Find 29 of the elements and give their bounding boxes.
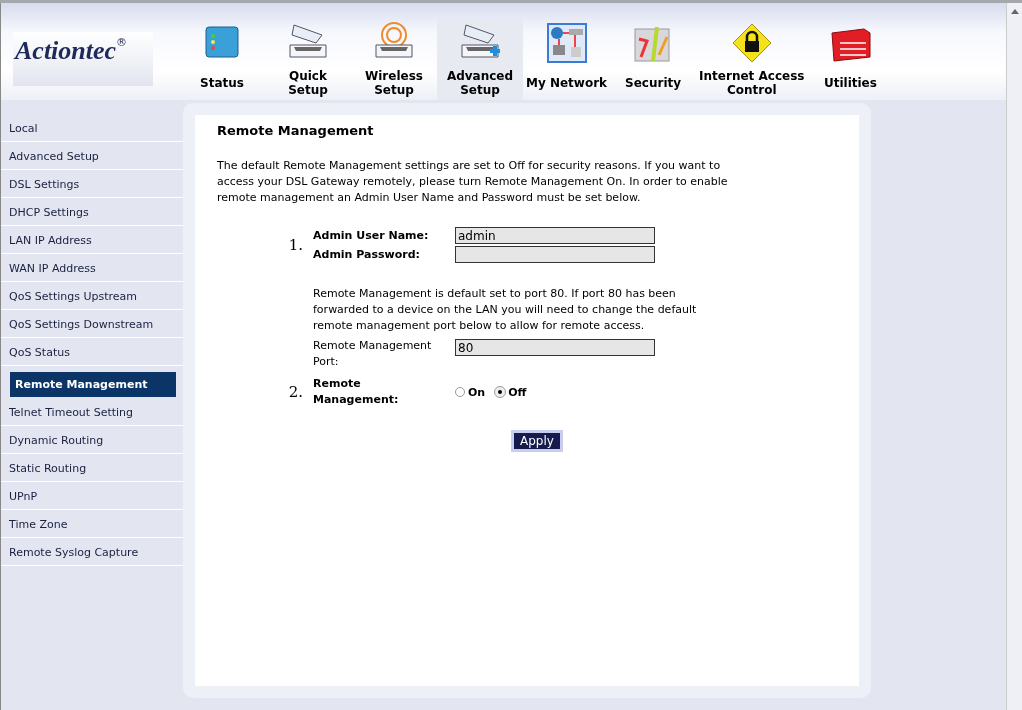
page-title: Remote Management xyxy=(217,123,375,138)
intro-text: The default Remote Management settings are set to Off for security reasons. If you want to access your DSL Gateway remotely, please turn Remote Management On. In order to enable remote management an Admin User Name and Password must be set below. xyxy=(217,158,729,206)
nav-tab[interactable]: Status xyxy=(179,19,265,100)
field-label: Admin Password: xyxy=(313,246,421,263)
radio-button[interactable] xyxy=(455,387,465,397)
step-number: 1. xyxy=(287,236,304,254)
logo-text: Actiontec xyxy=(15,36,117,66)
username-field[interactable]: admin xyxy=(455,227,655,244)
field-label: Remote Management Port: xyxy=(313,338,433,370)
nav-tab[interactable]: Security xyxy=(610,19,697,100)
nav-tab[interactable]: Wireless Setup xyxy=(351,19,437,100)
apply-button[interactable]: Apply xyxy=(511,430,563,452)
sidebar-item[interactable]: Remote Management xyxy=(10,372,176,397)
nav-tab[interactable]: Utilities xyxy=(807,19,894,100)
nav-tab[interactable]: Internet Access Control xyxy=(696,19,808,100)
port-field[interactable]: 80 xyxy=(455,339,655,356)
registered-mark: ® xyxy=(116,36,128,49)
nav-tab[interactable]: Quick Setup xyxy=(265,19,351,100)
password-field[interactable] xyxy=(455,246,655,263)
field-label: Admin User Name: xyxy=(313,227,430,244)
field-label: Remote Management: xyxy=(313,376,400,408)
radio-label: Off xyxy=(508,385,527,399)
step-number: 2. xyxy=(287,383,304,401)
scroll-up-icon[interactable] xyxy=(1010,9,1019,14)
network-diagram-icon xyxy=(544,21,589,65)
nav-tab[interactable]: My Network xyxy=(523,19,611,100)
port-note: Remote Management is default set to port 80. If port 80 has been forwarded to a device on the LAN you will need to change the default remote management port below to allow for remote access. xyxy=(313,286,698,334)
radio-label: On xyxy=(468,385,486,399)
nav-tab[interactable]: Advanced Setup xyxy=(437,19,523,100)
